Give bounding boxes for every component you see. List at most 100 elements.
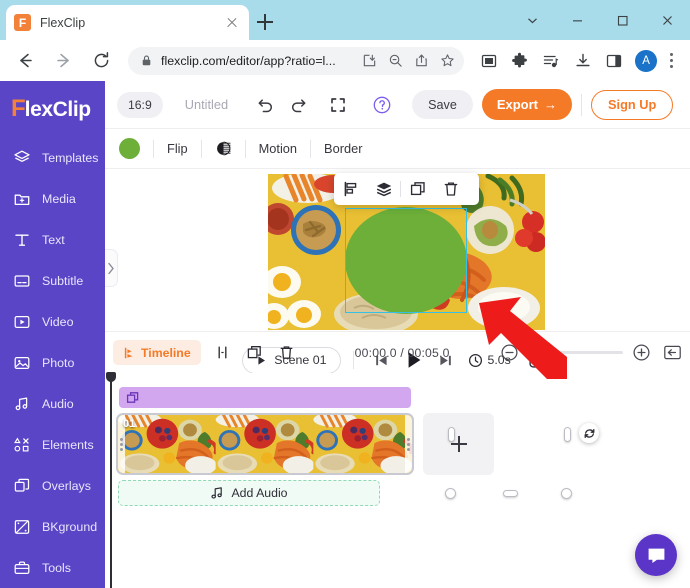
rotate-handle[interactable] bbox=[579, 423, 599, 443]
layers-icon bbox=[376, 182, 391, 197]
close-window-icon[interactable] bbox=[645, 0, 690, 40]
left-sidebar: FlexClip Templates Media Text Subtitle V… bbox=[0, 81, 105, 588]
sidebar-item-tools[interactable]: Tools bbox=[0, 547, 105, 588]
zoom-in-button[interactable] bbox=[632, 343, 651, 362]
sidebar-item-templates[interactable]: Templates bbox=[0, 137, 105, 178]
align-button[interactable] bbox=[334, 173, 367, 205]
zoom-out-icon[interactable] bbox=[382, 48, 408, 74]
tab-title: FlexClip bbox=[40, 15, 86, 30]
templates-icon bbox=[12, 148, 31, 167]
resize-handle-bottom-right[interactable] bbox=[560, 487, 572, 499]
sidebar-item-label: Audio bbox=[42, 396, 74, 411]
aspect-ratio-label: 16:9 bbox=[128, 97, 152, 112]
undo-button[interactable] bbox=[250, 90, 282, 120]
timeline-delete-button[interactable] bbox=[271, 338, 303, 368]
video-track-clip[interactable]: 01 bbox=[116, 413, 414, 475]
fill-color-swatch[interactable] bbox=[119, 138, 140, 159]
minimize-icon[interactable] bbox=[555, 0, 600, 40]
help-button[interactable] bbox=[366, 90, 398, 120]
install-icon[interactable] bbox=[356, 48, 382, 74]
text-icon bbox=[12, 230, 31, 249]
sidebar-item-elements[interactable]: Elements bbox=[0, 424, 105, 465]
kebab-menu-icon[interactable] bbox=[660, 47, 683, 75]
browser-tab[interactable]: F FlexClip bbox=[6, 5, 249, 40]
fit-timeline-button[interactable] bbox=[663, 343, 682, 362]
layers-button[interactable] bbox=[367, 173, 400, 205]
resize-handle-left[interactable] bbox=[447, 427, 455, 442]
opacity-icon bbox=[216, 141, 231, 156]
timeline-duplicate-button[interactable] bbox=[239, 338, 271, 368]
fullscreen-button[interactable] bbox=[322, 90, 354, 120]
toolbar-divider bbox=[581, 93, 583, 116]
border-button[interactable]: Border bbox=[324, 141, 362, 156]
reload-icon[interactable] bbox=[85, 44, 118, 78]
sidebar-expand-handle[interactable] bbox=[105, 249, 118, 287]
add-scene-button[interactable] bbox=[423, 413, 494, 475]
sidebar-item-bkground[interactable]: BKground bbox=[0, 506, 105, 547]
overlay-track-clip[interactable] bbox=[119, 387, 411, 408]
add-audio-button[interactable]: Add Audio bbox=[118, 480, 380, 506]
split-button[interactable] bbox=[207, 338, 239, 368]
property-divider bbox=[200, 139, 202, 158]
sidebar-item-photo[interactable]: Photo bbox=[0, 342, 105, 383]
chevron-down-icon[interactable] bbox=[510, 0, 555, 40]
flexclip-logo[interactable]: FlexClip bbox=[0, 81, 105, 137]
flip-button[interactable]: Flip bbox=[167, 141, 188, 156]
sidebar-item-subtitle[interactable]: Subtitle bbox=[0, 260, 105, 301]
flexclip-favicon-icon: F bbox=[14, 14, 31, 31]
sidebar-item-overlays[interactable]: Overlays bbox=[0, 465, 105, 506]
share-icon[interactable] bbox=[408, 48, 434, 74]
forward-icon[interactable] bbox=[47, 44, 80, 78]
extensions-puzzle-icon[interactable] bbox=[507, 47, 534, 75]
opacity-button[interactable] bbox=[215, 140, 232, 157]
overlay-layer-icon bbox=[126, 391, 139, 403]
timeline-tracks: 01 Add Audio bbox=[105, 372, 690, 588]
redo-button[interactable] bbox=[282, 90, 314, 120]
profile-avatar[interactable]: A bbox=[635, 49, 657, 72]
trim-handle-right[interactable] bbox=[405, 415, 412, 473]
split-icon bbox=[218, 346, 227, 359]
sidebar-item-label: Subtitle bbox=[42, 273, 84, 288]
project-title[interactable]: Untitled bbox=[185, 97, 228, 112]
resize-handle-bottom-left[interactable] bbox=[444, 487, 456, 499]
save-button[interactable]: Save bbox=[412, 90, 473, 119]
intercom-chat-button[interactable] bbox=[635, 534, 677, 576]
browser-tab-strip: F FlexClip bbox=[0, 0, 690, 40]
window-controls bbox=[510, 0, 690, 40]
maximize-icon[interactable] bbox=[600, 0, 645, 40]
property-divider bbox=[310, 139, 312, 158]
new-tab-icon[interactable] bbox=[252, 9, 278, 35]
close-icon[interactable] bbox=[223, 14, 241, 32]
tools-icon bbox=[12, 558, 31, 577]
fit-timeline-icon bbox=[664, 345, 681, 360]
trash-icon bbox=[444, 182, 457, 196]
sidebar-item-media[interactable]: Media bbox=[0, 178, 105, 219]
export-button[interactable]: Export → bbox=[481, 89, 573, 120]
resize-handle-right[interactable] bbox=[563, 427, 571, 442]
screenshot-icon[interactable] bbox=[475, 47, 502, 75]
motion-button[interactable]: Motion bbox=[259, 141, 297, 156]
media-playlist-icon[interactable] bbox=[538, 47, 565, 75]
timeline-playhead[interactable] bbox=[106, 372, 115, 588]
editor-main: 16:9 Untitled Save Export → Sign Up Flip… bbox=[105, 81, 690, 588]
sidebar-item-label: Text bbox=[42, 232, 65, 247]
sidebar-item-audio[interactable]: Audio bbox=[0, 383, 105, 424]
duplicate-button[interactable] bbox=[401, 173, 434, 205]
signup-button[interactable]: Sign Up bbox=[591, 89, 674, 120]
sidebar-item-text[interactable]: Text bbox=[0, 219, 105, 260]
logo-f-mark: F bbox=[11, 95, 26, 122]
resize-handle-bottom[interactable] bbox=[503, 489, 518, 497]
back-icon[interactable] bbox=[9, 44, 42, 78]
duplicate-icon bbox=[247, 345, 262, 359]
side-panel-icon[interactable] bbox=[600, 47, 627, 75]
downloads-icon[interactable] bbox=[569, 47, 596, 75]
bookmark-star-icon[interactable] bbox=[434, 48, 460, 74]
property-toolbar: Flip Motion Border bbox=[105, 129, 690, 169]
chevron-right-icon bbox=[108, 262, 114, 274]
browser-window: F FlexClip flexclip.com/editor/app?ratio… bbox=[0, 0, 690, 588]
delete-button[interactable] bbox=[434, 173, 467, 205]
aspect-ratio-button[interactable]: 16:9 bbox=[117, 91, 163, 118]
timeline-tab[interactable]: Timeline bbox=[113, 340, 201, 365]
sidebar-item-video[interactable]: Video bbox=[0, 301, 105, 342]
address-bar[interactable]: flexclip.com/editor/app?ratio=l... bbox=[128, 46, 465, 75]
